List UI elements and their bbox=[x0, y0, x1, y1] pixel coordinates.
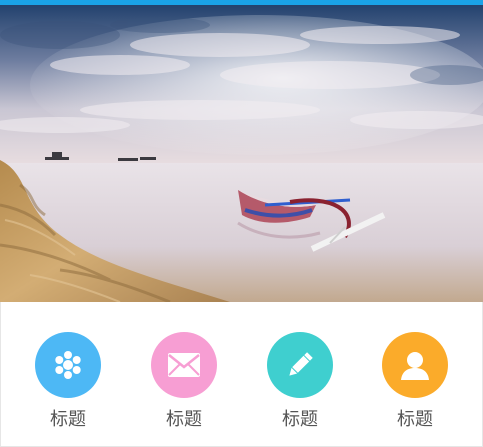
nav-item-2-circle bbox=[151, 332, 217, 398]
banner-image[interactable] bbox=[0, 5, 483, 302]
asterisk-icon bbox=[55, 351, 81, 379]
user-icon bbox=[401, 352, 429, 380]
nav-grid: 标题 标题 标题 标题 bbox=[0, 302, 483, 447]
nav-item-2-label: 标题 bbox=[166, 409, 202, 430]
nav-item-4-label: 标题 bbox=[397, 409, 433, 430]
mail-icon bbox=[168, 353, 200, 377]
nav-item-3-circle bbox=[267, 332, 333, 398]
nav-item-1-label: 标题 bbox=[50, 409, 86, 430]
nav-item-3-label: 标题 bbox=[282, 409, 318, 430]
nav-item-1-circle bbox=[35, 332, 101, 398]
nav-item-2[interactable]: 标题 bbox=[144, 332, 224, 442]
pencil-icon bbox=[289, 352, 313, 376]
nav-item-4[interactable]: 标题 bbox=[375, 332, 455, 442]
nav-item-3[interactable]: 标题 bbox=[260, 332, 340, 442]
nav-item-1[interactable]: 标题 bbox=[28, 332, 108, 442]
beach-boat-photo bbox=[0, 5, 483, 302]
nav-item-4-circle bbox=[382, 332, 448, 398]
